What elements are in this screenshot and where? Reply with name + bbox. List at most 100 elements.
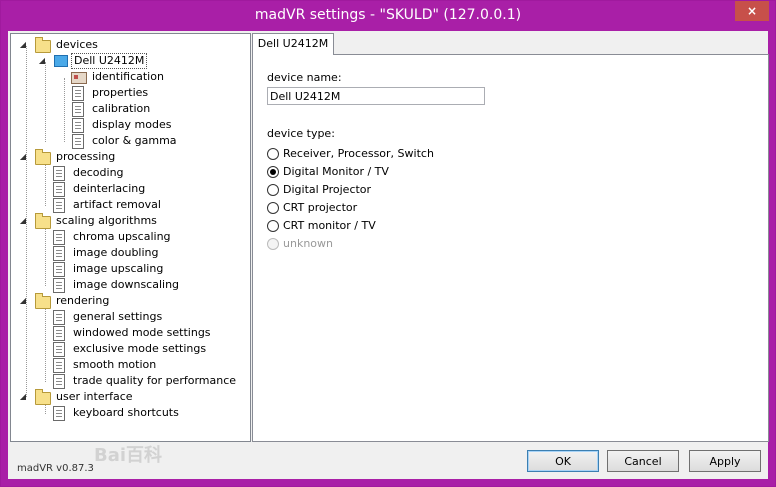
device-type-label: device type: xyxy=(267,127,335,140)
tree-item-label: general settings xyxy=(73,310,163,323)
radio-label: CRT monitor / TV xyxy=(283,219,376,232)
tree-item-processing[interactable]: ◢ processing xyxy=(19,149,239,165)
settings-tree[interactable]: ◢ devices ◢ Dell U2412M identification p… xyxy=(10,33,251,442)
tree-item-label: scaling algorithms xyxy=(56,214,157,227)
page-icon xyxy=(53,326,65,341)
tree-item-image-doubling[interactable]: image doubling xyxy=(53,245,243,261)
page-icon xyxy=(53,310,65,325)
page-icon xyxy=(53,342,65,357)
collapse-icon[interactable]: ◢ xyxy=(19,153,27,161)
tree-item-label: properties xyxy=(92,86,149,99)
page-icon xyxy=(53,278,65,293)
tree-item-chroma-upscaling[interactable]: chroma upscaling xyxy=(53,229,243,245)
page-icon xyxy=(72,102,84,117)
tree-item-artifact-removal[interactable]: artifact removal xyxy=(53,197,243,213)
tree-item-keyboard-shortcuts[interactable]: keyboard shortcuts xyxy=(53,405,243,421)
tree-item-label: calibration xyxy=(92,102,151,115)
radio-label: Digital Projector xyxy=(283,183,372,196)
tree-item-devices[interactable]: ◢ devices xyxy=(19,37,239,53)
tree-item-display-modes[interactable]: display modes xyxy=(72,117,242,133)
tree-item-label: user interface xyxy=(56,390,133,403)
collapse-icon[interactable]: ◢ xyxy=(19,297,27,305)
tree-item-label: identification xyxy=(92,70,164,83)
tree-item-identification[interactable]: identification xyxy=(71,69,241,85)
title-bar[interactable]: madVR settings - "SKULD" (127.0.0.1) × xyxy=(1,1,775,31)
tree-line xyxy=(45,222,46,286)
page-icon xyxy=(53,406,65,421)
version-label: madVR v0.87.3 xyxy=(17,463,94,474)
radio-label: CRT projector xyxy=(283,201,358,214)
tree-item-label: chroma upscaling xyxy=(73,230,171,243)
tree-line xyxy=(45,302,46,382)
device-name-input[interactable]: Dell U2412M xyxy=(267,87,485,105)
tree-line xyxy=(45,158,46,206)
tree-item-label: image downscaling xyxy=(73,278,180,291)
identification-icon xyxy=(71,72,87,84)
page-icon xyxy=(53,246,65,261)
settings-panel: device name: Dell U2412M device type: Re… xyxy=(252,54,769,442)
tree-item-label: exclusive mode settings xyxy=(73,342,207,355)
tree-item-calibration[interactable]: calibration xyxy=(72,101,242,117)
collapse-icon[interactable]: ◢ xyxy=(19,393,27,401)
collapse-icon[interactable]: ◢ xyxy=(19,217,27,225)
cancel-button[interactable]: Cancel xyxy=(607,450,679,472)
device-name-label: device name: xyxy=(267,71,342,84)
page-icon xyxy=(53,358,65,373)
tree-item-windowed-mode[interactable]: windowed mode settings xyxy=(53,325,243,341)
window-title: madVR settings - "SKULD" (127.0.0.1) xyxy=(254,7,522,23)
tree-item-label: image upscaling xyxy=(73,262,164,275)
tree-item-label: Dell U2412M xyxy=(71,53,148,69)
tree-line xyxy=(64,78,65,142)
watermark: Bai百科 xyxy=(94,445,163,466)
tree-item-decoding[interactable]: decoding xyxy=(53,165,243,181)
client-area: ◢ devices ◢ Dell U2412M identification p… xyxy=(8,31,769,479)
ok-button[interactable]: OK xyxy=(527,450,599,472)
tree-item-label: display modes xyxy=(92,118,172,131)
settings-window: madVR settings - "SKULD" (127.0.0.1) × ◢… xyxy=(0,0,776,487)
tree-item-label: trade quality for performance xyxy=(73,374,237,387)
page-icon xyxy=(53,374,65,389)
page-icon xyxy=(53,182,65,197)
tree-item-trade-quality[interactable]: trade quality for performance xyxy=(53,373,248,389)
radio-button[interactable] xyxy=(267,220,279,232)
folder-icon xyxy=(35,149,51,165)
folder-icon xyxy=(35,213,51,229)
tree-item-label: keyboard shortcuts xyxy=(73,406,179,419)
radio-button[interactable] xyxy=(267,184,279,196)
collapse-icon[interactable]: ◢ xyxy=(19,41,27,49)
tree-item-label: windowed mode settings xyxy=(73,326,211,339)
collapse-icon[interactable]: ◢ xyxy=(38,57,46,65)
apply-button[interactable]: Apply xyxy=(689,450,761,472)
tree-item-label: deinterlacing xyxy=(73,182,146,195)
close-button[interactable]: × xyxy=(735,1,769,21)
tree-item-rendering[interactable]: ◢ rendering xyxy=(19,293,239,309)
monitor-icon xyxy=(54,55,68,67)
tree-item-exclusive-mode[interactable]: exclusive mode settings xyxy=(53,341,243,357)
radio-button[interactable] xyxy=(267,148,279,160)
tree-item-scaling-algorithms[interactable]: ◢ scaling algorithms xyxy=(19,213,239,229)
radio-button-checked[interactable] xyxy=(267,166,279,178)
radio-button[interactable] xyxy=(267,202,279,214)
radio-button-disabled xyxy=(267,238,279,250)
folder-icon xyxy=(35,293,51,309)
page-icon xyxy=(53,166,65,181)
tree-item-image-upscaling[interactable]: image upscaling xyxy=(53,261,243,277)
tree-item-label: rendering xyxy=(56,294,110,307)
tree-item-label: devices xyxy=(56,38,98,51)
page-icon xyxy=(53,198,65,213)
page-icon xyxy=(53,262,65,277)
tab-dell-u2412m[interactable]: Dell U2412M xyxy=(252,33,334,55)
tree-item-deinterlacing[interactable]: deinterlacing xyxy=(53,181,243,197)
tree-item-general-settings[interactable]: general settings xyxy=(53,309,243,325)
radio-label: Receiver, Processor, Switch xyxy=(283,147,434,160)
tree-item-image-downscaling[interactable]: image downscaling xyxy=(53,277,243,293)
tree-item-properties[interactable]: properties xyxy=(72,85,242,101)
tree-item-smooth-motion[interactable]: smooth motion xyxy=(53,357,243,373)
tree-item-dell-u2412m[interactable]: ◢ Dell U2412M xyxy=(38,53,238,69)
radio-label: unknown xyxy=(283,237,333,250)
tree-item-user-interface[interactable]: ◢ user interface xyxy=(19,389,239,405)
tree-item-label: smooth motion xyxy=(73,358,157,371)
tree-item-color-gamma[interactable]: color & gamma xyxy=(72,133,242,149)
folder-icon xyxy=(35,389,51,405)
tree-item-label: decoding xyxy=(73,166,124,179)
